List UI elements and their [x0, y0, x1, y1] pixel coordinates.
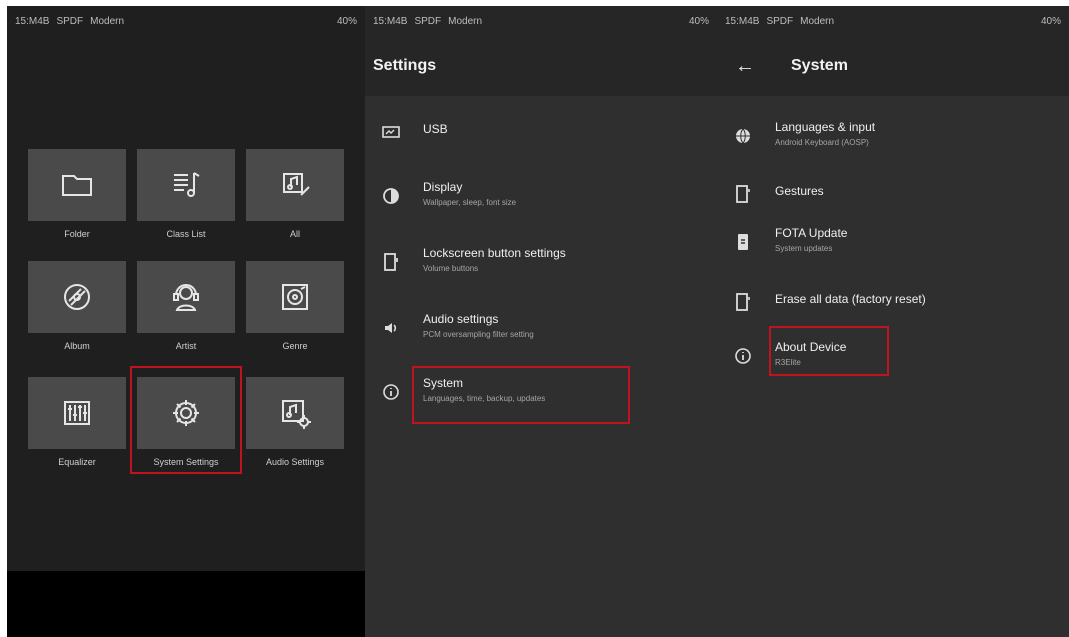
gestures-icon — [733, 184, 753, 204]
highlight-system — [412, 366, 630, 424]
settings-screen: 15:M4B SPDF Modern 40% Settings USB Disp… — [365, 6, 717, 637]
settings-app-bar: Settings — [365, 36, 717, 96]
settings-item-lockscreen[interactable]: Lockscreen button settings Volume button… — [365, 246, 717, 296]
album-label: Album — [64, 341, 90, 351]
status-battery: 40% — [336, 15, 357, 27]
status-bar: 15:M4B SPDF Modern 40% — [365, 6, 717, 36]
back-arrow-icon[interactable]: ← — [735, 55, 769, 78]
settings-item-display[interactable]: Display Wallpaper, sleep, font size — [365, 180, 717, 230]
system-item-title: Languages & input — [775, 120, 876, 134]
display-icon — [381, 186, 401, 206]
globe-icon — [733, 126, 753, 146]
artist-headphones-icon — [173, 284, 199, 311]
folder-label: Folder — [64, 229, 90, 239]
settings-item-subtitle: Wallpaper, sleep, font size — [423, 198, 517, 207]
status-spdf: SPDF — [56, 15, 84, 27]
settings-item-title: Display — [423, 180, 463, 194]
about-icon — [733, 346, 753, 366]
album-tile[interactable] — [28, 261, 126, 333]
all-label: All — [289, 229, 300, 239]
settings-item-subtitle: Volume buttons — [423, 264, 479, 273]
settings-item-title: USB — [423, 122, 448, 136]
system-item-subtitle: Android Keyboard (AOSP) — [775, 138, 869, 147]
reset-icon — [733, 292, 753, 312]
album-disc-icon — [64, 284, 90, 310]
equalizer-label: Equalizer — [58, 457, 96, 467]
audio-settings-tile[interactable] — [246, 377, 344, 449]
genre-tile[interactable] — [246, 261, 344, 333]
artist-label: Artist — [175, 341, 197, 351]
settings-item-subtitle: PCM oversampling filter setting — [423, 330, 534, 339]
system-item-subtitle: System updates — [775, 244, 833, 253]
fota-icon — [733, 232, 753, 252]
home-screen: 15:M4B SPDF Modern 40% Folder Class List… — [7, 6, 365, 637]
settings-item-title: Lockscreen button settings — [423, 246, 566, 260]
status-time: 15:M4B — [15, 15, 50, 27]
equalizer-tile[interactable] — [28, 377, 126, 449]
system-app-bar: ← System — [717, 36, 1069, 96]
system-item-title: Gestures — [775, 184, 824, 198]
status-spdf: SPDF — [766, 15, 794, 27]
playlist-icon — [174, 172, 200, 197]
music-edit-icon — [283, 173, 310, 196]
highlight-about-device — [769, 326, 889, 376]
speaker-icon — [381, 318, 401, 338]
system-item-title: FOTA Update — [775, 226, 848, 240]
genre-icon — [282, 284, 308, 310]
settings-item-audio[interactable]: Audio settings PCM oversampling filter s… — [365, 312, 717, 362]
status-spdf: SPDF — [414, 15, 442, 27]
class-list-label: Class List — [166, 229, 206, 239]
highlight-system-settings — [130, 366, 242, 474]
all-tile[interactable] — [246, 149, 344, 221]
page-title: System — [791, 57, 848, 74]
page-title: Settings — [373, 57, 437, 74]
artist-tile[interactable] — [137, 261, 235, 333]
settings-item-title: Audio settings — [423, 312, 499, 326]
folder-tile[interactable] — [28, 149, 126, 221]
genre-label: Genre — [282, 341, 308, 351]
status-bar: 15:M4B SPDF Modern 40% — [717, 6, 1069, 36]
audio-settings-label: Audio Settings — [265, 457, 325, 467]
system-item-fota[interactable]: FOTA Update System updates — [717, 226, 1069, 276]
system-item-languages[interactable]: Languages & input Android Keyboard (AOSP… — [717, 120, 1069, 170]
status-mode: Modern — [800, 15, 835, 27]
audio-settings-icon — [282, 400, 311, 429]
status-mode: Modern — [90, 15, 125, 27]
usb-icon — [381, 122, 401, 142]
system-item-title: Erase all data (factory reset) — [775, 292, 926, 306]
lockscreen-icon — [381, 252, 401, 272]
status-mode: Modern — [448, 15, 483, 27]
status-time: 15:M4B — [725, 15, 760, 27]
info-icon — [381, 382, 401, 402]
folder-icon — [62, 175, 92, 196]
status-time: 15:M4B — [373, 15, 408, 27]
status-bar: 15:M4B SPDF Modern 40% — [7, 6, 365, 36]
bottom-bar — [7, 571, 365, 637]
status-battery: 40% — [688, 15, 709, 27]
status-battery: 40% — [1040, 15, 1061, 27]
settings-item-usb[interactable]: USB — [365, 122, 717, 172]
system-screen: 15:M4B SPDF Modern 40% ← System Language… — [717, 6, 1069, 637]
class-list-tile[interactable] — [137, 149, 235, 221]
equalizer-icon — [64, 401, 90, 425]
